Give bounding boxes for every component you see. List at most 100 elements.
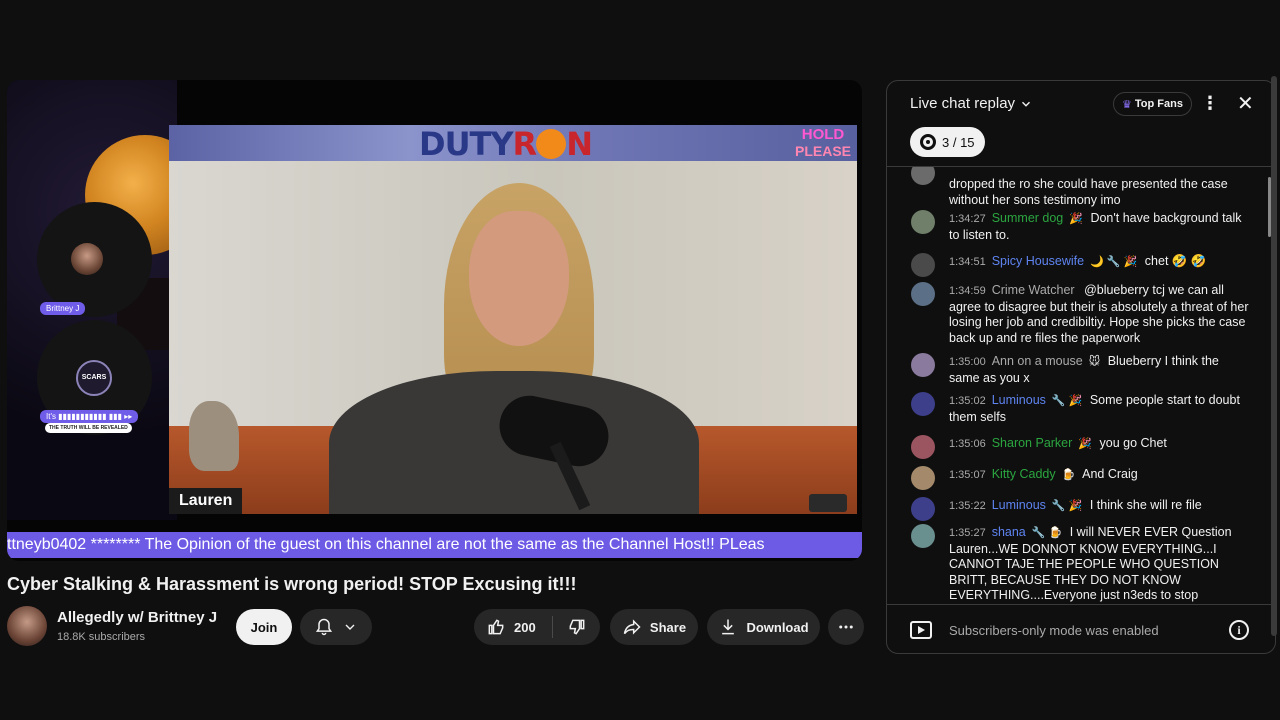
- chat-message-body: 1:35:07 Kitty Caddy 🍺 And Craig: [949, 467, 1249, 484]
- chat-avatar[interactable]: [911, 435, 935, 459]
- like-count[interactable]: 200: [514, 620, 536, 635]
- chat-badges: 🔧 🎉: [1051, 395, 1083, 407]
- chat-mode-selector[interactable]: Live chat replay: [910, 95, 1033, 112]
- like-dislike-group: 200: [474, 609, 600, 645]
- chat-author[interactable]: Crime Watcher: [992, 283, 1075, 297]
- chat-message-text: you go Chet: [1096, 436, 1167, 450]
- chat-badges: 🔧 🎉: [1051, 500, 1083, 512]
- share-button[interactable]: Share: [610, 609, 698, 645]
- chat-badges: 🐭: [1088, 356, 1101, 368]
- ticker-banner: ttneyb0402 ******** The Opinion of the g…: [7, 532, 862, 558]
- subscriber-count: 18.8K subscribers: [57, 631, 146, 643]
- chat-message-body: 1:35:27 shana 🔧 🍺 I will NEVER EVER Questi…: [949, 525, 1249, 604]
- top-fans-button[interactable]: ♛ Top Fans: [1113, 92, 1192, 116]
- chat-message-body: 1:35:22 Luminous 🔧 🎉 I think she will re f…: [949, 498, 1249, 515]
- live-chat-panel: Live chat replay ♛ Top Fans ⋮ ✕ 3 / 15 d…: [886, 80, 1276, 654]
- chat-message-body: 1:34:51 Spicy Housewife 🌙 🔧 🎉 chet 🤣 🤣: [949, 254, 1249, 271]
- chat-author[interactable]: Luminous: [992, 393, 1046, 407]
- chat-author[interactable]: Kitty Caddy: [992, 467, 1056, 481]
- chat-message-body: 1:35:00 Ann on a mouse 🐭 Blueberry I think…: [949, 354, 1249, 386]
- notification-button[interactable]: [300, 609, 372, 645]
- truth-label: THE TRUTH WILL BE REVEALED: [45, 423, 132, 433]
- chat-author[interactable]: Luminous: [992, 498, 1046, 512]
- chat-avatar[interactable]: [911, 210, 935, 234]
- chat-timestamp: 1:35:22: [949, 500, 986, 512]
- close-chat-button[interactable]: ✕: [1237, 91, 1254, 116]
- chat-author[interactable]: shana: [992, 525, 1026, 539]
- like-divider: [551, 616, 553, 638]
- chat-message-text: dropped the ro she could have presented …: [949, 177, 1228, 207]
- channel-avatar[interactable]: [7, 606, 47, 646]
- chat-menu-button[interactable]: ⋮: [1201, 93, 1219, 114]
- chat-badges: 🍺: [1061, 469, 1076, 481]
- chat-avatar[interactable]: [911, 392, 935, 416]
- crown-icon: ♛: [1122, 98, 1132, 111]
- chat-timestamp: 1:34:59: [949, 285, 986, 297]
- chat-timestamp: 1:35:02: [949, 395, 986, 407]
- channel-name[interactable]: Allegedly w/ Brittney J: [57, 609, 217, 626]
- chat-author[interactable]: Summer dog: [992, 211, 1064, 225]
- chat-message-text: chet 🤣 🤣: [1141, 254, 1207, 268]
- chevron-down-icon: [345, 624, 355, 630]
- chat-avatar[interactable]: [911, 524, 935, 548]
- more-horizontal-icon: [839, 625, 853, 629]
- chat-title: Live chat replay: [910, 95, 1016, 112]
- scars-logo: SCARS: [76, 360, 112, 396]
- chat-avatar[interactable]: [911, 353, 935, 377]
- chat-timestamp: 1:35:07: [949, 469, 986, 481]
- join-button[interactable]: Join: [236, 609, 292, 645]
- chat-message-list[interactable]: dropped the ro she could have presented …: [887, 167, 1265, 604]
- chat-header: Live chat replay ♛ Top Fans ⋮ ✕ 3 / 15: [887, 81, 1275, 167]
- subscribers-only-text: Subscribers-only mode was enabled: [949, 623, 1159, 638]
- chat-message-body: 1:35:06 Sharon Parker 🎉 you go Chet: [949, 436, 1249, 453]
- subscribers-only-icon: [910, 621, 932, 639]
- poll-progress-chip[interactable]: 3 / 15: [910, 127, 985, 157]
- show-banner: DUTYR N HOLD PLEASE: [169, 125, 857, 163]
- more-actions-button[interactable]: [828, 609, 864, 645]
- chat-message-body: 1:35:02 Luminous 🔧 🎉 Some people start to …: [949, 393, 1249, 425]
- thumbs-down-icon[interactable]: [567, 617, 587, 637]
- speaker-name-tag: Lauren: [169, 488, 243, 514]
- download-icon: [722, 619, 735, 635]
- guest-name-label: Brittney J: [40, 302, 86, 315]
- chat-avatar[interactable]: [911, 466, 935, 490]
- poll-count: 3 / 15: [942, 134, 975, 150]
- chat-avatar[interactable]: [911, 282, 935, 306]
- chat-author[interactable]: Spicy Housewife: [992, 254, 1084, 268]
- chat-badges: 🎉: [1069, 213, 1083, 225]
- chat-avatar[interactable]: [911, 253, 935, 277]
- download-button[interactable]: Download: [707, 609, 820, 645]
- hold-please-label: HOLD PLEASE: [794, 126, 851, 160]
- video-title: Cyber Stalking & Harassment is wrong per…: [7, 574, 577, 594]
- chat-message-body: 1:34:59 Crime Watcher @blueberry tcj we c…: [949, 283, 1249, 346]
- pumpkin-icon: [536, 129, 567, 159]
- top-fans-label: Top Fans: [1134, 98, 1183, 110]
- chat-timestamp: 1:34:27: [949, 213, 986, 225]
- chat-badges: 🌙 🔧 🎉: [1090, 256, 1138, 268]
- chat-badges: 🎉: [1078, 438, 1093, 450]
- download-label: Download: [746, 619, 809, 635]
- chat-message-text: I think she will re file: [1086, 498, 1202, 512]
- chat-avatar[interactable]: [911, 167, 935, 185]
- chat-timestamp: 1:34:51: [949, 256, 986, 268]
- thumbs-up-icon[interactable]: [486, 617, 506, 637]
- chat-message-body: dropped the ro she could have presented …: [949, 177, 1249, 208]
- its-label: It's ▮▮▮▮▮▮▮▮▮▮▮ ▮▮▮ ▸▸: [40, 410, 139, 423]
- chat-message-body: 1:34:27 Summer dog 🎉 Don't have background…: [949, 211, 1249, 243]
- page-scrollbar-thumb[interactable]: [1271, 76, 1277, 636]
- video-player[interactable]: Brittney J SCARS It's ▮▮▮▮▮▮▮▮▮▮▮ ▮▮▮ ▸▸…: [7, 80, 862, 561]
- chevron-down-icon: [1022, 101, 1031, 107]
- page-scrollbar[interactable]: [1271, 76, 1277, 646]
- brand-logo: DUTYR N: [419, 125, 593, 163]
- watermark-logo: [809, 494, 847, 512]
- chat-avatar[interactable]: [911, 497, 935, 521]
- share-label: Share: [649, 619, 687, 635]
- share-icon: [623, 619, 641, 635]
- chat-author[interactable]: Ann on a mouse: [992, 354, 1083, 368]
- chat-footer: Subscribers-only mode was enabled i: [887, 604, 1275, 653]
- chat-message-text: Blueberry I think the same as you x: [949, 354, 1219, 385]
- chat-message-text: And Craig: [1079, 467, 1138, 481]
- info-icon[interactable]: i: [1229, 620, 1249, 640]
- chat-author[interactable]: Sharon Parker: [992, 436, 1073, 450]
- speaker-camera: Lauren: [169, 161, 857, 514]
